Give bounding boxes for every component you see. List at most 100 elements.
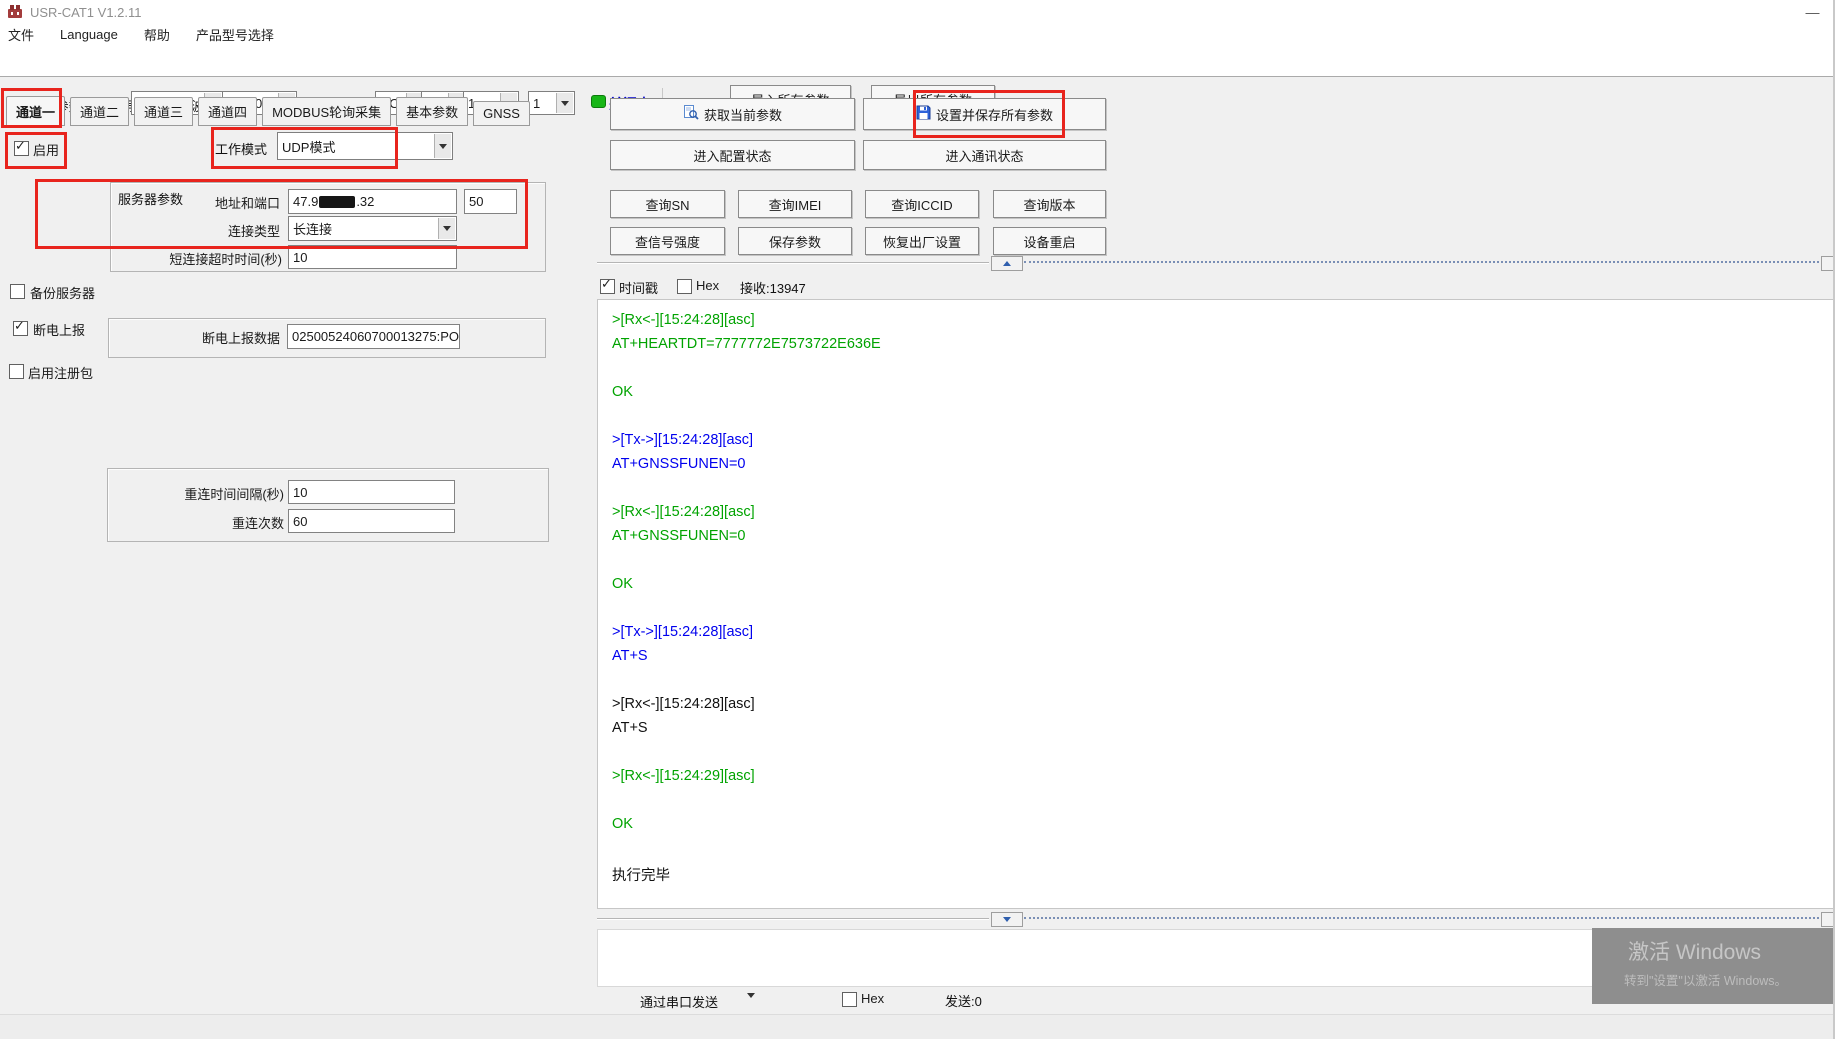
menu-item[interactable]: Language — [60, 27, 118, 42]
minimize-button[interactable]: — — [1790, 0, 1835, 24]
channel-tabs: 通道一通道二通道三通道四MODBUS轮询采集基本参数GNSS — [6, 96, 530, 126]
port-open-indicator-icon — [591, 95, 606, 108]
short-timeout-input[interactable]: 10 — [288, 245, 457, 269]
work-mode-select[interactable]: UDP模式 — [277, 132, 453, 160]
log-line — [612, 480, 881, 504]
set-save-params-button[interactable]: 设置并保存所有参数 — [863, 98, 1106, 130]
log-line: >[Rx<-][15:24:28][asc] — [612, 312, 881, 336]
timestamp-label: 时间戳 — [619, 278, 658, 297]
conn-type-label: 连接类型 — [160, 221, 280, 240]
send-hex-label: Hex — [861, 991, 884, 1006]
menu-item[interactable]: 文件 — [8, 25, 34, 44]
log-line — [612, 744, 881, 768]
doc-search-icon — [683, 105, 699, 124]
backup-server-label: 备份服务器 — [30, 283, 95, 302]
power-off-data-label: 断电上报数据 — [170, 328, 280, 347]
serial-toolbar: [PC串口参数]：串口号 COM3 波特率 115200 检验/数据/停止 NO… — [0, 44, 1835, 76]
query-imei-button[interactable]: 查询IMEI — [738, 190, 852, 218]
chevron-down-icon[interactable] — [434, 134, 451, 158]
flow-select[interactable]: 1 — [528, 91, 575, 115]
device-restart-button[interactable]: 设备重启 — [993, 227, 1106, 255]
window-title: USR-CAT1 V1.2.11 — [30, 5, 142, 20]
windows-activation-watermark: 激活 Windows 转到"设置"以激活 Windows。 — [1592, 928, 1835, 1004]
window-bottom-edge — [0, 1014, 1835, 1039]
factory-reset-button[interactable]: 恢复出厂设置 — [865, 227, 979, 255]
log-line — [612, 840, 881, 864]
log-line — [612, 600, 881, 624]
hex-label: Hex — [696, 278, 719, 293]
enter-comm-button[interactable]: 进入通讯状态 — [863, 140, 1106, 170]
chevron-down-icon[interactable] — [747, 998, 755, 1013]
address-port-label: 地址和端口 — [160, 193, 280, 212]
sent-count-label: 发送:0 — [945, 991, 982, 1010]
server-address-input[interactable]: 47.9.32 — [288, 189, 457, 214]
toolbar-separator — [0, 76, 1835, 77]
save-params-button[interactable]: 保存参数 — [738, 227, 852, 255]
scroll-down-button[interactable] — [991, 912, 1023, 927]
log-line: >[Tx->][15:24:28][asc] — [612, 432, 881, 456]
enter-config-button[interactable]: 进入配置状态 — [610, 140, 855, 170]
reconnect-count-label: 重连次数 — [122, 513, 284, 532]
log-line — [612, 672, 881, 696]
tab[interactable]: 通道三 — [134, 97, 193, 126]
log-line: AT+S — [612, 648, 881, 672]
splitter-line — [597, 262, 989, 264]
floppy-save-icon — [916, 105, 931, 123]
triangle-down-icon — [1003, 917, 1011, 922]
power-off-report-checkbox[interactable]: ✓ — [13, 321, 28, 336]
reconnect-interval-input[interactable]: 10 — [288, 480, 455, 504]
power-off-data-input[interactable]: 02500524060700013275:PO — [287, 324, 460, 349]
chevron-down-icon[interactable] — [556, 93, 573, 113]
register-packet-checkbox[interactable]: ✓ — [9, 364, 24, 379]
menu-item[interactable]: 产品型号选择 — [196, 25, 274, 44]
redaction-block — [319, 196, 355, 208]
send-hex-checkbox[interactable]: ✓ — [842, 992, 857, 1007]
watermark-line2: 转到"设置"以激活 Windows。 — [1624, 970, 1787, 989]
menu-item[interactable]: 帮助 — [144, 25, 170, 44]
app-window: USR-CAT1 V1.2.11 — 文件 Language 帮助 产品型号选择 [P… — [0, 0, 1835, 1039]
power-off-report-label: 断电上报 — [33, 320, 85, 339]
tab[interactable]: MODBUS轮询采集 — [262, 97, 391, 126]
get-params-button[interactable]: 获取当前参数 — [610, 98, 855, 130]
timestamp-checkbox[interactable]: ✓ — [600, 279, 615, 294]
log-line: >[Tx->][15:24:28][asc] — [612, 624, 881, 648]
conn-type-select[interactable]: 长连接 — [288, 216, 457, 241]
register-packet-label: 启用注册包 — [28, 363, 93, 382]
splitter-line — [597, 918, 989, 920]
recv-count-label: 接收:13947 — [740, 278, 806, 297]
send-via-serial-button[interactable]: 通过串口发送 — [640, 992, 718, 1011]
tab[interactable]: 基本参数 — [396, 97, 468, 126]
server-port-input[interactable]: 50 — [464, 189, 517, 214]
enable-label: 启用 — [33, 140, 59, 159]
log-line — [612, 552, 881, 576]
tab[interactable]: GNSS — [473, 101, 530, 126]
query-version-button[interactable]: 查询版本 — [993, 190, 1106, 218]
app-icon — [7, 4, 23, 23]
log-line: >[Rx<-][15:24:28][asc] — [612, 504, 881, 528]
tab[interactable]: 通道二 — [70, 97, 129, 126]
chevron-down-icon[interactable] — [438, 218, 455, 239]
log-line: OK — [612, 816, 881, 840]
log-line: AT+S — [612, 720, 881, 744]
log-line: AT+GNSSFUNEN=0 — [612, 456, 881, 480]
splitter-dots — [1024, 261, 1819, 263]
title-bar: USR-CAT1 V1.2.11 — — [0, 0, 1835, 24]
log-line — [612, 360, 881, 384]
log-line: 执行完毕 — [612, 864, 881, 888]
reconnect-count-input[interactable]: 60 — [288, 509, 455, 533]
tab[interactable]: 通道一 — [6, 96, 65, 126]
log-line: AT+GNSSFUNEN=0 — [612, 528, 881, 552]
query-sn-button[interactable]: 查询SN — [610, 190, 725, 218]
tab[interactable]: 通道四 — [198, 97, 257, 126]
query-iccid-button[interactable]: 查询ICCID — [865, 190, 979, 218]
query-signal-button[interactable]: 查信号强度 — [610, 227, 725, 255]
splitter-dots — [1024, 917, 1819, 919]
enable-checkbox[interactable]: ✓ — [14, 141, 29, 156]
log-line: >[Rx<-][15:24:29][asc] — [612, 768, 881, 792]
backup-server-checkbox[interactable]: ✓ — [10, 284, 25, 299]
log-line: OK — [612, 384, 881, 408]
scroll-up-button[interactable] — [991, 256, 1023, 271]
hex-checkbox[interactable]: ✓ — [677, 279, 692, 294]
log-output-area[interactable]: >[Rx<-][15:24:28][asc]AT+HEARTDT=7777772… — [597, 299, 1835, 909]
menu-bar: 文件 Language 帮助 产品型号选择 — [0, 24, 1835, 44]
